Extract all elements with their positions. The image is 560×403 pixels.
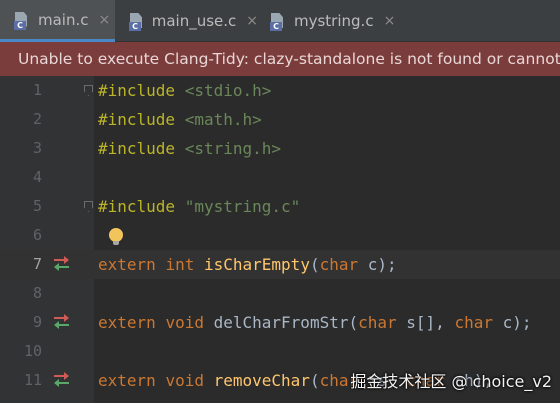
- line-number: 8: [32, 284, 42, 302]
- line-number: 1: [32, 81, 42, 99]
- punctuation: );: [512, 313, 532, 332]
- tab-main-c[interactable]: C main.c ×: [0, 0, 115, 42]
- code-line: 8: [0, 279, 560, 308]
- parameter: c: [358, 255, 378, 274]
- punctuation: (: [348, 313, 359, 332]
- include-directive: #include: [98, 139, 176, 158]
- line-number: 6: [32, 226, 42, 244]
- line-number: 3: [32, 139, 42, 157]
- lightbulb-intention-icon[interactable]: [109, 228, 123, 245]
- include-path: <string.h>: [184, 139, 282, 158]
- tab-label: main_use.c: [151, 12, 237, 30]
- close-icon[interactable]: ×: [99, 12, 111, 28]
- punctuation: (: [309, 255, 320, 274]
- tab-mystring-c[interactable]: C mystring.c ×: [258, 0, 398, 42]
- editor-tab-bar: C main.c × C main_use.c × C mystring.c ×: [0, 0, 560, 42]
- line-number: 10: [23, 342, 42, 360]
- function-name: isCharEmpty: [203, 255, 310, 274]
- close-icon[interactable]: ×: [246, 13, 258, 29]
- keyword: extern: [98, 371, 156, 390]
- keyword: char: [358, 313, 397, 332]
- tab-label: mystring.c: [294, 12, 374, 30]
- code-line: 3 #include <string.h>: [0, 134, 560, 163]
- watermark: 掘金技术社区 @ choice_v2: [350, 372, 552, 391]
- include-directive: #include: [98, 197, 176, 216]
- include-directive: #include: [98, 110, 176, 129]
- parameter: s[],: [396, 313, 455, 332]
- line-number: 4: [32, 168, 42, 186]
- keyword: char: [319, 255, 359, 274]
- tab-label: main.c: [38, 10, 89, 29]
- code-line: 6: [0, 221, 560, 250]
- include-path: "mystring.c": [184, 197, 301, 216]
- override-navigation-icon[interactable]: [54, 372, 70, 387]
- punctuation: );: [377, 255, 397, 274]
- code-line: 10: [0, 337, 560, 366]
- function-name: removeChar: [213, 371, 310, 390]
- keyword: int: [165, 255, 195, 274]
- close-icon[interactable]: ×: [384, 13, 396, 29]
- c-file-icon: C: [270, 12, 286, 31]
- code-editor[interactable]: 1 #include <stdio.h> 2 #include <math.h>…: [0, 76, 560, 403]
- include-directive: #include: [98, 81, 176, 100]
- fold-icon[interactable]: [84, 85, 93, 96]
- line-number: 7: [32, 255, 42, 273]
- parameter: c: [492, 313, 513, 332]
- code-line: 9 extern void delCharFromStr(char s[], c…: [0, 308, 560, 337]
- clang-tidy-error-banner: Unable to execute Clang-Tidy: clazy-stan…: [0, 42, 560, 76]
- code-line: 5 #include "mystring.c": [0, 192, 560, 221]
- c-file-icon: C: [14, 11, 30, 30]
- code-line: 4: [0, 163, 560, 192]
- keyword: void: [165, 313, 204, 332]
- c-file-icon: C: [129, 12, 144, 31]
- line-number: 5: [32, 197, 42, 215]
- include-path: <stdio.h>: [184, 81, 272, 100]
- keyword: void: [165, 371, 204, 390]
- override-navigation-icon[interactable]: [54, 256, 70, 271]
- fold-icon[interactable]: [84, 201, 93, 212]
- code-line-current: 7 extern int isCharEmpty(char c);: [0, 250, 560, 279]
- keyword: extern: [98, 313, 156, 332]
- keyword: extern: [98, 255, 156, 274]
- tab-main-use-c[interactable]: C main_use.c ×: [115, 0, 258, 42]
- include-path: <math.h>: [184, 110, 262, 129]
- code-line: 1 #include <stdio.h>: [0, 76, 560, 105]
- punctuation: (: [309, 371, 320, 390]
- override-navigation-icon[interactable]: [54, 314, 70, 329]
- line-number: 11: [23, 371, 42, 389]
- code-line: 2 #include <math.h>: [0, 105, 560, 134]
- function-name: delCharFromStr: [213, 313, 349, 332]
- keyword: char: [454, 313, 493, 332]
- line-number: 9: [32, 313, 42, 331]
- line-number: 2: [32, 110, 42, 128]
